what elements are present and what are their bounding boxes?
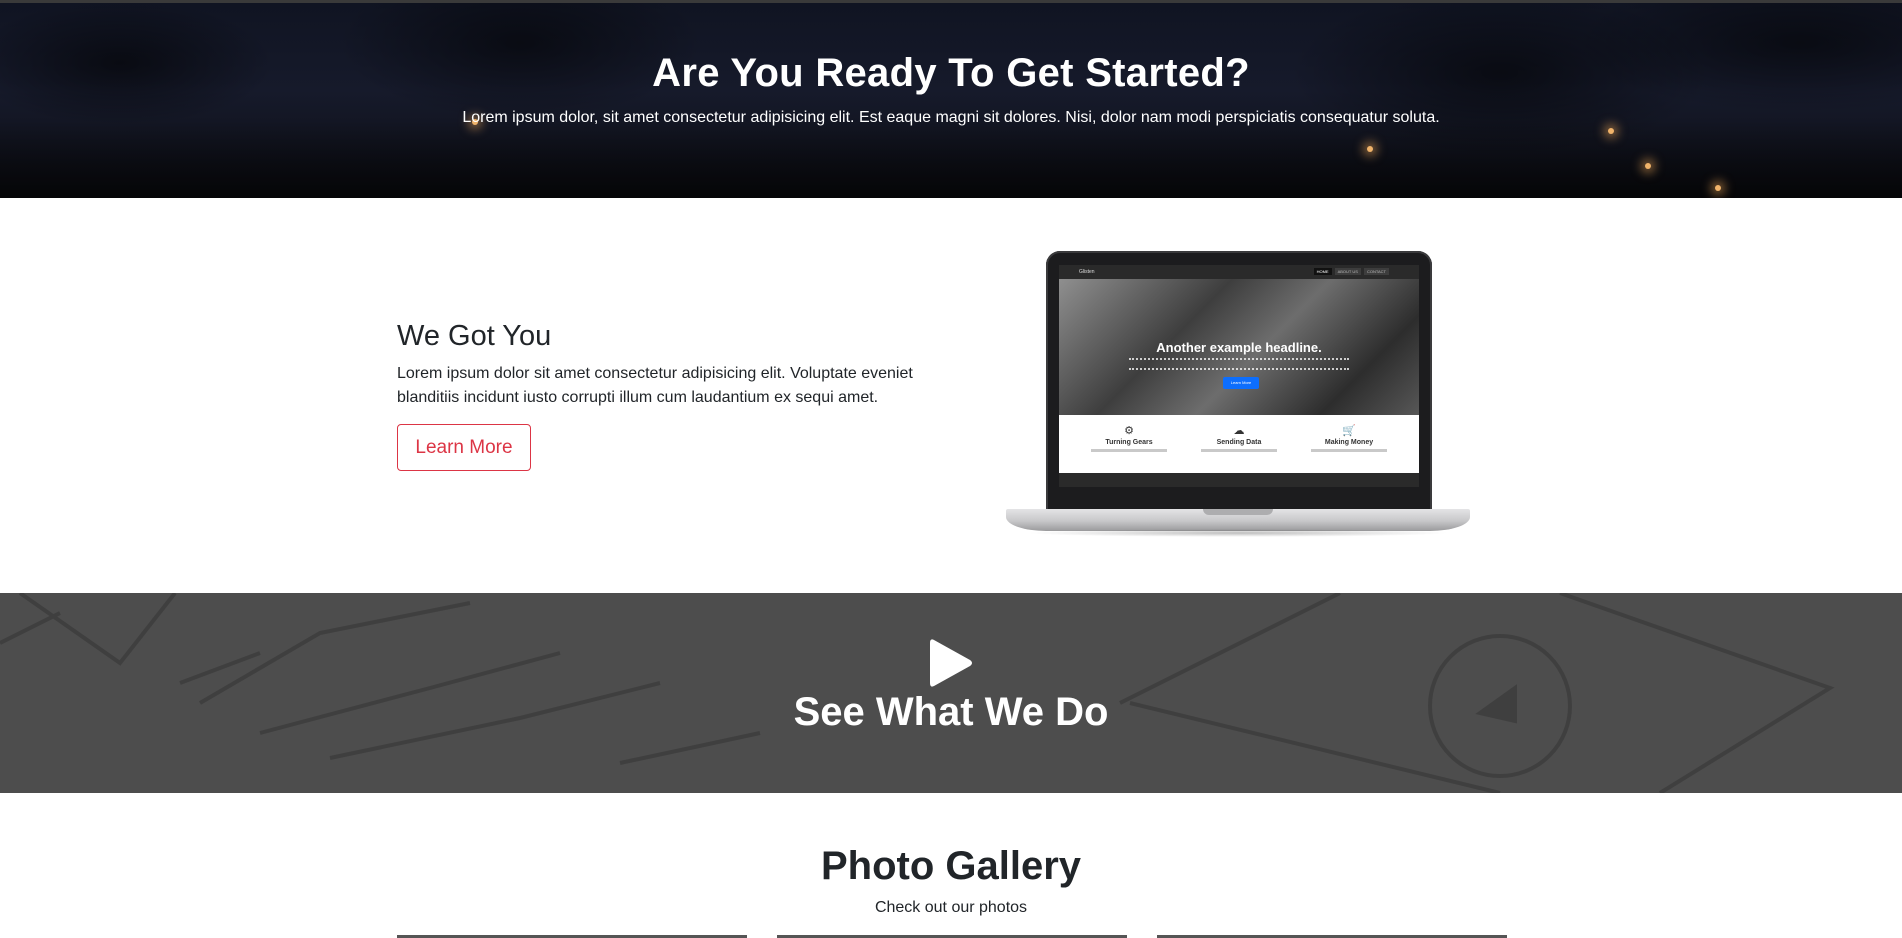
screen-footer bbox=[1059, 473, 1419, 487]
screen-features: ⚙ Turning Gears ☁ Sending Data 🛒 Making … bbox=[1059, 415, 1419, 473]
screen-feature-name: Turning Gears bbox=[1105, 439, 1153, 446]
laptop-shadow bbox=[1026, 529, 1450, 537]
hero-bokeh-light bbox=[1367, 146, 1373, 152]
hero-bokeh-light bbox=[1715, 185, 1721, 191]
we-got-you-section: We Got You Lorem ipsum dolor sit amet co… bbox=[0, 198, 1902, 593]
laptop-screen: Glisten HOME ABOUT US CONTACT Another ex… bbox=[1059, 265, 1419, 487]
screen-nav-link: HOME bbox=[1313, 268, 1332, 275]
screen-feature: ⚙ Turning Gears bbox=[1079, 425, 1179, 452]
hero-background-image bbox=[0, 3, 1902, 198]
laptop-mockup-image: Glisten HOME ABOUT US CONTACT Another ex… bbox=[1006, 251, 1470, 539]
hero-bokeh-light bbox=[1608, 128, 1614, 134]
gallery-title: Photo Gallery bbox=[820, 844, 1082, 888]
screen-hero-text bbox=[1129, 358, 1349, 370]
screen-nav-link: ABOUT US bbox=[1334, 268, 1361, 275]
laptop-lid: Glisten HOME ABOUT US CONTACT Another ex… bbox=[1046, 251, 1432, 511]
screen-nav-link: CONTACT bbox=[1363, 268, 1389, 275]
gallery-subtitle: Check out our photos bbox=[874, 899, 1028, 916]
screen-navbar: Glisten HOME ABOUT US CONTACT bbox=[1059, 265, 1419, 279]
video-title: See What We Do bbox=[793, 690, 1109, 734]
hero-bokeh-light bbox=[1645, 163, 1651, 169]
cart-icon: 🛒 bbox=[1342, 425, 1356, 437]
screen-hero: Another example headline. Learn More bbox=[1059, 279, 1419, 415]
about-description: Lorem ipsum dolor sit amet consectetur a… bbox=[397, 365, 913, 406]
hero-title: Are You Ready To Get Started? bbox=[652, 51, 1250, 95]
video-section: See What We Do bbox=[0, 593, 1902, 793]
learn-more-button[interactable]: Learn More bbox=[397, 424, 531, 471]
screen-learn-more-button: Learn More bbox=[1223, 377, 1259, 389]
photo-gallery-section: Photo Gallery Check out our photos bbox=[0, 793, 1902, 938]
cta-hero-section: Are You Ready To Get Started? Lorem ipsu… bbox=[0, 0, 1902, 198]
screen-headline: Another example headline. bbox=[1156, 340, 1322, 355]
screen-nav-links: HOME ABOUT US CONTACT bbox=[1313, 268, 1389, 275]
screen-feature: ☁ Sending Data bbox=[1189, 425, 1289, 452]
screen-feature-name: Making Money bbox=[1324, 439, 1374, 446]
screen-feature-name: Sending Data bbox=[1216, 439, 1262, 446]
play-icon[interactable] bbox=[928, 637, 974, 689]
cloud-icon: ☁ bbox=[1233, 425, 1245, 437]
screen-feature: 🛒 Making Money bbox=[1299, 425, 1399, 452]
about-title: We Got You bbox=[397, 320, 552, 352]
screen-brand: Glisten bbox=[1079, 269, 1095, 275]
gear-icon: ⚙ bbox=[1124, 425, 1134, 437]
laptop-notch bbox=[1203, 509, 1273, 515]
hero-subtitle: Lorem ipsum dolor, sit amet consectetur … bbox=[462, 109, 1440, 126]
